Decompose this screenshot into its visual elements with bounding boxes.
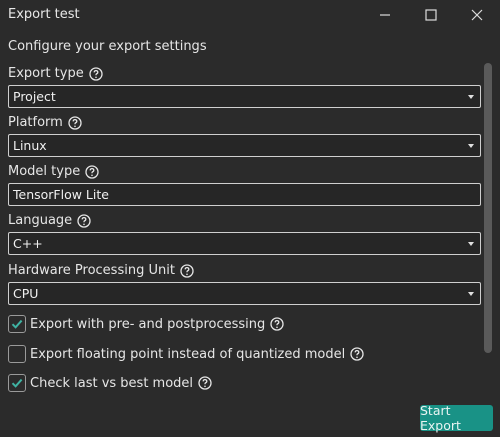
last-vs-best-option[interactable]: Check last vs best model	[8, 374, 212, 392]
help-icon[interactable]	[270, 317, 284, 331]
model-type-label: Model type	[8, 164, 99, 179]
export-type-value: Project	[13, 89, 56, 104]
page-heading: Configure your export settings	[8, 39, 207, 54]
chevron-down-icon	[468, 144, 474, 148]
checkmark-icon	[11, 378, 23, 388]
minimize-icon	[380, 14, 390, 16]
pre-post-option[interactable]: Export with pre- and postprocessing	[8, 315, 284, 333]
help-icon[interactable]	[68, 115, 82, 130]
floating-point-checkbox[interactable]	[8, 345, 26, 363]
last-vs-best-checkbox[interactable]	[8, 374, 26, 392]
export-type-label: Export type	[8, 66, 103, 81]
export-type-label-text: Export type	[8, 66, 84, 81]
model-type-dropdown[interactable]: TensorFlow Lite	[8, 183, 481, 206]
maximize-icon	[425, 9, 437, 21]
hardware-label: Hardware Processing Unit	[8, 263, 194, 278]
hardware-label-text: Hardware Processing Unit	[8, 263, 175, 278]
platform-label-text: Platform	[8, 115, 63, 130]
minimize-button[interactable]	[362, 0, 408, 30]
pre-post-label: Export with pre- and postprocessing	[30, 316, 266, 332]
export-type-dropdown[interactable]: Project	[8, 85, 481, 108]
help-icon[interactable]	[89, 66, 103, 81]
platform-dropdown[interactable]: Linux	[8, 134, 481, 157]
language-label: Language	[8, 213, 91, 228]
platform-label: Platform	[8, 115, 82, 130]
maximize-button[interactable]	[408, 0, 454, 30]
last-vs-best-label: Check last vs best model	[30, 375, 194, 391]
platform-value: Linux	[13, 138, 47, 153]
chevron-down-icon	[468, 242, 474, 246]
help-icon[interactable]	[85, 164, 99, 179]
title-bar: Export test	[0, 0, 500, 30]
window-title: Export test	[8, 7, 80, 22]
checkmark-icon	[11, 319, 23, 329]
chevron-down-icon	[468, 292, 474, 296]
help-icon[interactable]	[350, 347, 364, 361]
close-icon	[471, 9, 483, 21]
language-dropdown[interactable]: C++	[8, 232, 481, 255]
language-value: C++	[13, 236, 43, 251]
help-icon[interactable]	[77, 213, 91, 228]
start-export-button[interactable]: Start Export	[420, 403, 493, 433]
vertical-scrollbar[interactable]	[484, 63, 492, 353]
model-type-value: TensorFlow Lite	[13, 187, 109, 202]
pre-post-checkbox[interactable]	[8, 315, 26, 333]
model-type-label-text: Model type	[8, 164, 81, 179]
floating-point-label: Export floating point instead of quantiz…	[30, 346, 346, 362]
language-label-text: Language	[8, 213, 73, 228]
floating-point-option[interactable]: Export floating point instead of quantiz…	[8, 345, 364, 363]
help-icon[interactable]	[198, 376, 212, 390]
hardware-value: CPU	[13, 286, 39, 301]
help-icon[interactable]	[180, 263, 194, 278]
hardware-dropdown[interactable]: CPU	[8, 282, 481, 305]
close-button[interactable]	[454, 0, 500, 30]
chevron-down-icon	[468, 95, 474, 99]
